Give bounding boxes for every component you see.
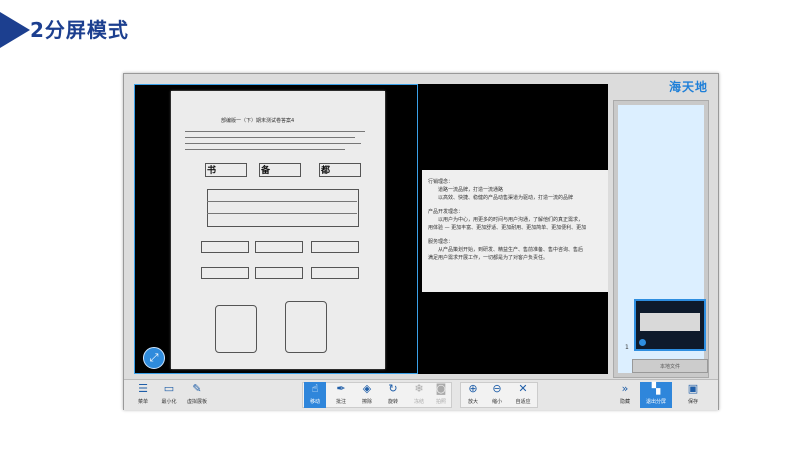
- annotate-button[interactable]: ✒ 批注: [330, 382, 352, 408]
- stand-icon: ✎: [192, 382, 202, 395]
- paper-line: [207, 213, 357, 214]
- rotate-icon: ↻: [388, 382, 398, 395]
- document-image: 行销理念： 道路一流品牌，打造一流通路 以高效、快捷、稳健的产品动售渠道为驱动，…: [422, 170, 608, 292]
- app-window: 海天地 部编版一（下）期末测试卷答案4 书 备 都 ⤢ 行销理念： 道路一流品牌…: [123, 73, 719, 410]
- save-label: 保存: [687, 399, 698, 405]
- diagram-figure: [285, 301, 327, 353]
- char-glyph: 备: [261, 166, 271, 176]
- move-button[interactable]: ☝ 移动: [304, 382, 326, 408]
- zoom-out-icon: ⊖: [492, 382, 502, 395]
- save-icon: ▣: [687, 382, 699, 395]
- paper-line: [185, 137, 355, 138]
- brand-logo: 海天地: [668, 80, 708, 94]
- zoom-out-button[interactable]: ⊖ 缩小: [486, 382, 508, 408]
- char-grid: [255, 241, 303, 253]
- doc-line: 道路一流品牌，打造一流通路: [438, 187, 504, 193]
- zoom-in-button[interactable]: ⊕ 放大: [462, 382, 484, 408]
- minimize-icon: ▭: [163, 382, 175, 395]
- menu-label: 菜单: [137, 399, 148, 405]
- capture-label: 拍照: [435, 399, 446, 405]
- split-screen-icon: ▚: [651, 382, 661, 395]
- hand-icon: ☝: [311, 382, 319, 395]
- char-glyph: 都: [321, 166, 331, 176]
- paper-line: [185, 131, 365, 132]
- double-chevron-right-icon: »: [621, 382, 629, 395]
- page-title: 2分屏模式: [30, 18, 129, 42]
- char-grid: [311, 267, 359, 279]
- hide-button[interactable]: » 隐藏: [614, 382, 636, 408]
- local-file-button[interactable]: 本地文件: [632, 359, 708, 373]
- char-glyph: 书: [207, 166, 217, 176]
- minimize-button[interactable]: ▭ 最小化: [158, 382, 180, 408]
- paper-line: [207, 201, 357, 202]
- thumbnail-sidebar: 1 本地文件: [613, 100, 709, 378]
- thumbnail-item[interactable]: [634, 299, 706, 351]
- freeze-label: 冻结: [413, 399, 424, 405]
- zoom-in-label: 放大: [467, 399, 478, 405]
- title-accent-shape: [0, 12, 30, 48]
- thumbnail-preview: [640, 313, 700, 331]
- doc-line: 用体验 — 更加丰富、更加舒适、更加耐用、更加简单、更加便利、更加: [428, 225, 587, 231]
- doc-line: 从产品策划开始，到研发、精益生产、售前准备、售中咨询、售后: [438, 247, 584, 253]
- fit-label: 自适应: [515, 399, 531, 405]
- menu-button[interactable]: ☰ 菜单: [132, 382, 154, 408]
- zoom-out-label: 缩小: [491, 399, 502, 405]
- capture-button[interactable]: ◙ 拍照: [430, 382, 452, 408]
- paper-header: 部编版一（下）期末测试卷答案4: [221, 118, 295, 124]
- fit-button[interactable]: ✕ 自适应: [512, 382, 534, 408]
- doc-line: 行销理念：: [428, 179, 454, 185]
- char-grid: [255, 267, 303, 279]
- annotate-label: 批注: [335, 399, 346, 405]
- eraser-button[interactable]: ◈ 擦除: [356, 382, 378, 408]
- fit-icon: ✕: [518, 382, 528, 395]
- freeze-button[interactable]: ❄ 冻结: [408, 382, 430, 408]
- paper-line: [185, 143, 361, 144]
- snowflake-icon: ❄: [414, 382, 424, 395]
- doc-line: 满足用户需求开展工作，一切都是为了对客户负责任。: [428, 255, 549, 261]
- hide-label: 隐藏: [619, 399, 630, 405]
- exit-split-button[interactable]: ▚ 退出分屏: [640, 382, 672, 408]
- move-label: 移动: [309, 399, 320, 405]
- expand-icon[interactable]: ⤢: [143, 347, 165, 369]
- doc-line: 以用户为中心，用更多的时间与用户沟通，了解他们的真正需求，: [438, 217, 584, 223]
- minimize-label: 最小化: [161, 399, 177, 405]
- paper-line: [185, 149, 345, 150]
- rotate-label: 旋转: [387, 399, 398, 405]
- split-stage: 部编版一（下）期末测试卷答案4 书 备 都 ⤢ 行销理念： 道路一流品牌，打造一…: [134, 84, 608, 374]
- pen-icon: ✒: [336, 382, 346, 395]
- menu-icon: ☰: [138, 382, 148, 395]
- thumbnail-marker-icon: [639, 339, 646, 346]
- virtual-stand-label: 虚拟展板: [186, 399, 207, 405]
- camera-icon: ◙: [435, 382, 447, 395]
- char-grid: [201, 241, 249, 253]
- exit-split-label: 退出分屏: [645, 399, 666, 405]
- zoom-in-icon: ⊕: [468, 382, 478, 395]
- doc-line: 服务理念：: [428, 239, 454, 245]
- eraser-icon: ◈: [362, 382, 372, 395]
- diagram-figure: [215, 305, 257, 353]
- bottom-toolbar: ☰ 菜单 ▭ 最小化 ✎ 虚拟展板 ☝ 移动 ✒ 批注 ◈ 擦除 ↻ 旋转 ❄: [124, 379, 718, 410]
- answer-table: [207, 189, 359, 227]
- virtual-stand-button[interactable]: ✎ 虚拟展板: [186, 382, 208, 408]
- thumbnail-page-number: 1: [625, 344, 629, 351]
- eraser-label: 擦除: [361, 399, 372, 405]
- left-split-pane[interactable]: 部编版一（下）期末测试卷答案4 书 备 都 ⤢: [134, 84, 418, 374]
- save-button[interactable]: ▣ 保存: [682, 382, 704, 408]
- doc-line: 产品开发理念：: [428, 209, 464, 215]
- exam-paper-image: 部编版一（下）期末测试卷答案4 书 备 都: [171, 91, 385, 369]
- doc-line: 以高效、快捷、稳健的产品动售渠道为驱动，打造一流的品牌: [438, 195, 574, 201]
- char-grid: [201, 267, 249, 279]
- char-grid: [311, 241, 359, 253]
- right-split-pane[interactable]: 行销理念： 道路一流品牌，打造一流通路 以高效、快捷、稳健的产品动售渠道为驱动，…: [422, 84, 608, 374]
- rotate-button[interactable]: ↻ 旋转: [382, 382, 404, 408]
